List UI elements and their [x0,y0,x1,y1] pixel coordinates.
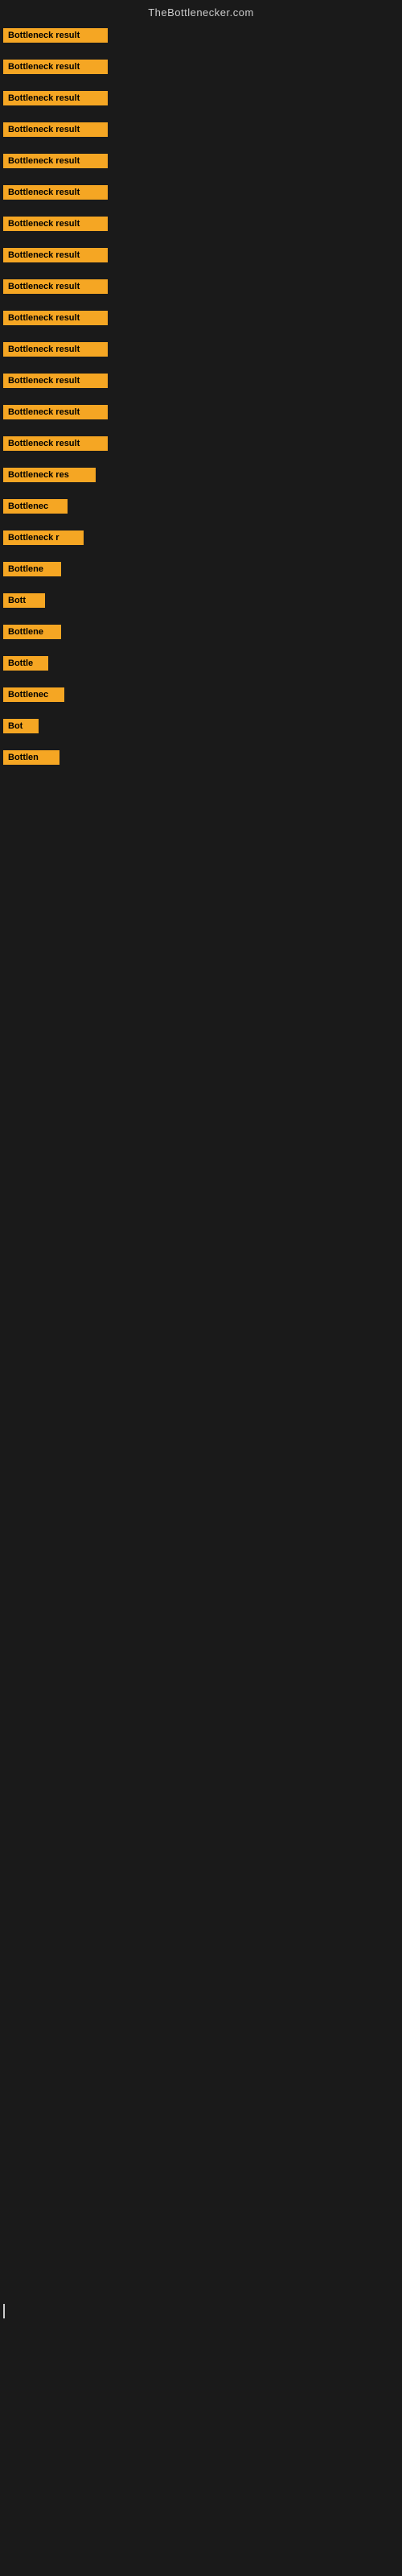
bottleneck-badge: Bottleneck result [3,311,108,325]
list-item[interactable]: Bottleneck result [0,273,402,304]
list-item[interactable]: Bottleneck res [0,461,402,493]
bottleneck-badge: Bottleneck result [3,374,108,388]
bottleneck-badge: Bottleneck result [3,279,108,294]
list-item[interactable]: Bottleneck result [0,116,402,147]
cursor-indicator [3,2304,5,2318]
bottleneck-badge: Bottleneck result [3,217,108,231]
list-item[interactable]: Bottlene [0,618,402,650]
bottleneck-badge: Bottleneck result [3,342,108,357]
list-item[interactable]: Bottlene [0,555,402,587]
list-item[interactable]: Bottleneck result [0,242,402,273]
bottleneck-badge: Bottleneck result [3,248,108,262]
bottleneck-badge: Bottlen [3,750,59,765]
bottleneck-badge: Bottle [3,656,48,671]
bottleneck-badge: Bott [3,593,45,608]
bottleneck-badge: Bottleneck result [3,28,108,43]
bottleneck-badge: Bottleneck result [3,154,108,168]
bottleneck-badge: Bottleneck res [3,468,96,482]
site-title: TheBottlenecker.com [148,6,254,19]
list-item[interactable]: Bottleneck result [0,147,402,179]
bottleneck-badge: Bottleneck result [3,60,108,74]
list-item[interactable]: Bottleneck result [0,336,402,367]
list-item[interactable]: Bottlenec [0,493,402,524]
bottleneck-badge: Bottlenec [3,499,68,514]
bottleneck-badge: Bottlenec [3,687,64,702]
bottleneck-badge: Bot [3,719,39,733]
bottleneck-badge: Bottleneck result [3,436,108,451]
bottleneck-badge: Bottleneck result [3,91,108,105]
list-item[interactable]: Bot [0,712,402,744]
list-item[interactable]: Bottleneck result [0,210,402,242]
bottleneck-badge: Bottlene [3,625,61,639]
bottleneck-badge: Bottleneck r [3,530,84,545]
bottleneck-badge: Bottleneck result [3,122,108,137]
list-item[interactable]: Bottleneck result [0,53,402,85]
bottleneck-badge: Bottleneck result [3,405,108,419]
list-item[interactable]: Bottleneck result [0,367,402,398]
bottleneck-badge: Bottleneck result [3,185,108,200]
list-item[interactable]: Bott [0,587,402,618]
list-item[interactable]: Bottle [0,650,402,681]
list-item[interactable]: Bottlen [0,744,402,775]
list-item[interactable]: Bottleneck result [0,398,402,430]
bottleneck-list: Bottleneck result Bottleneck result Bottle… [0,22,402,775]
site-header: TheBottlenecker.com [0,0,402,22]
list-item[interactable]: Bottleneck result [0,430,402,461]
list-item[interactable]: Bottleneck result [0,85,402,116]
list-item[interactable]: Bottleneck result [0,179,402,210]
list-item[interactable]: Bottleneck r [0,524,402,555]
list-item[interactable]: Bottleneck result [0,304,402,336]
bottleneck-badge: Bottlene [3,562,61,576]
list-item[interactable]: Bottleneck result [0,22,402,53]
list-item[interactable]: Bottlenec [0,681,402,712]
